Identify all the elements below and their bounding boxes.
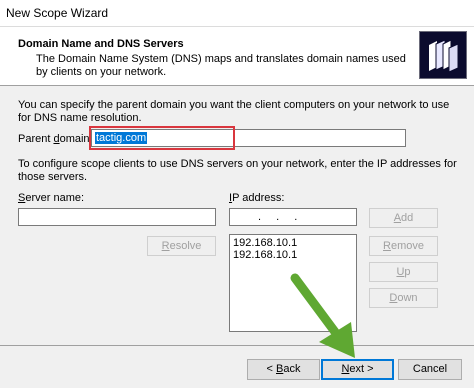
window-titlebar: New Scope Wizard [0,0,474,27]
ip-address-label: IP address: [229,192,285,204]
pointer-arrow-icon [290,273,355,358]
directory-folder-icon [419,31,467,79]
highlight-box [89,126,235,150]
list-item[interactable]: 192.168.10.1 [233,249,353,261]
page-description: The Domain Name System (DNS) maps and tr… [36,53,406,78]
page-title: Domain Name and DNS Servers [18,38,184,50]
parent-domain-label: Parent domain: [18,133,93,145]
wizard-footer: < Back Next > Cancel [0,346,474,388]
wizard-header: Domain Name and DNS Servers The Domain N… [0,27,474,86]
back-button[interactable]: < Back [247,359,320,380]
window-title: New Scope Wizard [6,6,109,20]
add-button[interactable]: Add [369,208,438,228]
server-name-input[interactable] [18,208,216,226]
ip-address-input[interactable]: . . . [229,208,357,226]
resolve-button[interactable]: Resolve [147,236,216,256]
intro-text: You can specify the parent domain you wa… [18,99,450,124]
server-name-label: Server name: [18,192,85,204]
ip-address-dots: . . . [258,211,304,223]
up-button[interactable]: Up [369,262,438,282]
down-button[interactable]: Down [369,288,438,308]
cancel-button[interactable]: Cancel [398,359,462,380]
scope-text: To configure scope clients to use DNS se… [18,158,457,183]
next-button[interactable]: Next > [321,359,394,380]
remove-button[interactable]: Remove [369,236,438,256]
list-item[interactable]: 192.168.10.1 [233,237,353,249]
